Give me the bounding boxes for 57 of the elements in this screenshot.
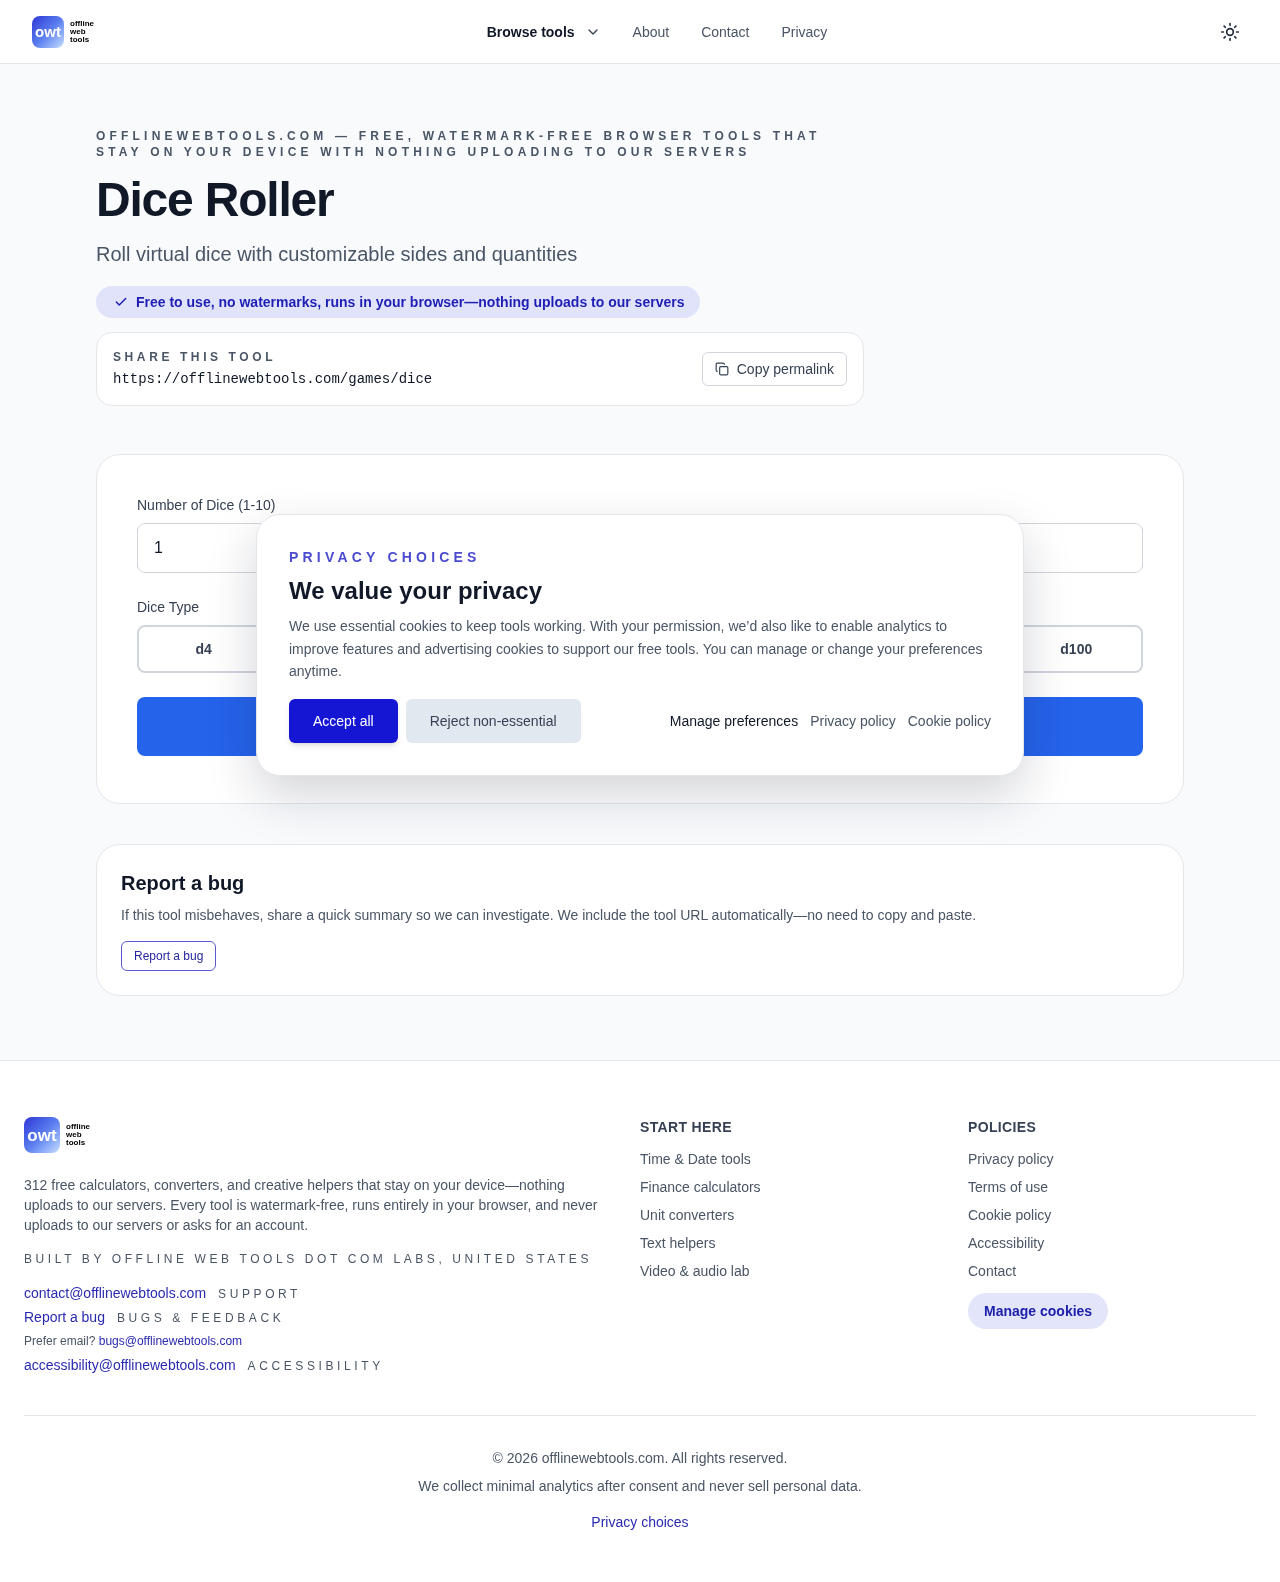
page-subtitle: Roll virtual dice with customizable sides and quantities bbox=[96, 242, 578, 267]
permalink-text: https://offlinewebtools.com/games/dice bbox=[113, 370, 433, 389]
secondary-button[interactable]: Reject non-essential bbox=[405, 698, 581, 743]
footer-contact-link[interactable]: Report a bug bbox=[24, 1307, 105, 1327]
analytics-note: We collect minimal analytics after consent and never sell personal data. bbox=[418, 1477, 862, 1496]
contact-tag: ACCESSIBILITY bbox=[247, 1358, 384, 1374]
sun-icon[interactable] bbox=[1220, 21, 1240, 42]
privacy-choices-link[interactable]: Privacy choices bbox=[591, 1512, 689, 1532]
manage-cookies-button[interactable]: Manage cookies bbox=[968, 1293, 1109, 1329]
text-link[interactable]: Manage preferences bbox=[669, 710, 799, 731]
nav-link[interactable]: Privacy bbox=[781, 21, 828, 42]
footer-contact-link[interactable]: accessibility@offlinewebtools.com bbox=[24, 1355, 236, 1375]
card-text: If this tool misbehaves, share a quick summary so we can investigate. We include the tool URL automatically—no need to copy and paste. bbox=[121, 906, 977, 925]
eyebrow-text: OFFLINEWEBTOOLS.COM — FREE, WATERMARK-FREE BROWSER TOOLS THAT STAY ON YOUR DEVICE WITH NOTHING UPLOADING TO OUR SERVERS bbox=[96, 128, 822, 160]
page-title: Dice Roller bbox=[96, 176, 334, 224]
logo-mark[interactable]: owt bbox=[32, 15, 64, 48]
footer-link[interactable]: Contact bbox=[968, 1261, 1017, 1281]
dialog-text: We use essential cookies to keep tools working. With your permission, we’d also like to enable analytics to improve features and advertising cookies to support our free tools. You can manage or change your preferences anytime. bbox=[289, 617, 984, 681]
logo-wordmark[interactable]: offline web tools bbox=[70, 19, 94, 44]
footer-link[interactable]: Time & Date tools bbox=[640, 1149, 751, 1169]
report-bug-button[interactable]: Report a bug bbox=[121, 941, 217, 971]
card-title: Report a bug bbox=[121, 871, 245, 896]
copyright-text: © 2026 offlinewebtools.com. All rights reserved. bbox=[492, 1449, 788, 1468]
footer-link[interactable]: Text helpers bbox=[640, 1233, 716, 1253]
primary-button[interactable]: Accept all bbox=[289, 698, 398, 743]
dialog-title: We value your privacy bbox=[289, 576, 542, 606]
footer-link[interactable]: Video & audio lab bbox=[640, 1261, 750, 1281]
footer-link[interactable]: Terms of use bbox=[968, 1177, 1049, 1197]
nav-link[interactable]: Contact bbox=[701, 21, 750, 42]
dialog-eyebrow: PRIVACY CHOICES bbox=[289, 548, 481, 567]
contact-tag: BUGS & FEEDBACK bbox=[116, 1310, 285, 1326]
copy-permalink-button[interactable]: Copy permalink bbox=[701, 352, 847, 386]
field-label: Number of Dice (1-10) bbox=[137, 496, 276, 515]
contact-tag: SUPPORT bbox=[218, 1286, 302, 1302]
footer-link[interactable]: Privacy policy bbox=[968, 1149, 1054, 1169]
footer-link[interactable]: Cookie policy bbox=[968, 1205, 1052, 1225]
footer-link[interactable]: Unit converters bbox=[640, 1205, 735, 1225]
logo-wordmark: offline web tools bbox=[66, 1123, 90, 1147]
footer-link[interactable]: Accessibility bbox=[968, 1233, 1045, 1253]
footer-contact-link[interactable]: contact@offlinewebtools.com bbox=[24, 1283, 207, 1303]
footer-heading: POLICIES bbox=[968, 1118, 1037, 1137]
email-note: Prefer email? bugs@offlinewebtools.com bbox=[24, 1333, 243, 1350]
footer-description: 312 free calculators, converters, and creative helpers that stay on your device—nothing uploads to our servers. Every tool is watermark-free, runs entirely in your browser, and never uploads to our servers or asks for an account. bbox=[24, 1176, 599, 1235]
logo-mark: owt bbox=[24, 1117, 60, 1153]
built-by-text: BUILT BY OFFLINE WEB TOOLS DOT COM LABS, UNITED STATES bbox=[24, 1251, 593, 1267]
text-link[interactable]: Cookie policy bbox=[907, 710, 991, 731]
field-label: Dice Type bbox=[137, 598, 199, 617]
footer-heading: START HERE bbox=[640, 1118, 732, 1137]
check-icon bbox=[114, 295, 128, 309]
footer-link[interactable]: Finance calculators bbox=[640, 1177, 761, 1197]
text-link[interactable]: Privacy policy bbox=[810, 710, 896, 731]
copy-icon bbox=[714, 362, 729, 376]
badge-text: Free to use, no watermarks, runs in your browser—nothing uploads to our servers bbox=[136, 293, 685, 312]
share-label: SHARE THIS TOOL bbox=[113, 349, 278, 365]
nav-dropdown-button[interactable]: Browse tools bbox=[486, 21, 601, 42]
email-link[interactable]: bugs@offlinewebtools.com bbox=[98, 1334, 243, 1348]
nav-link[interactable]: About bbox=[632, 21, 670, 42]
